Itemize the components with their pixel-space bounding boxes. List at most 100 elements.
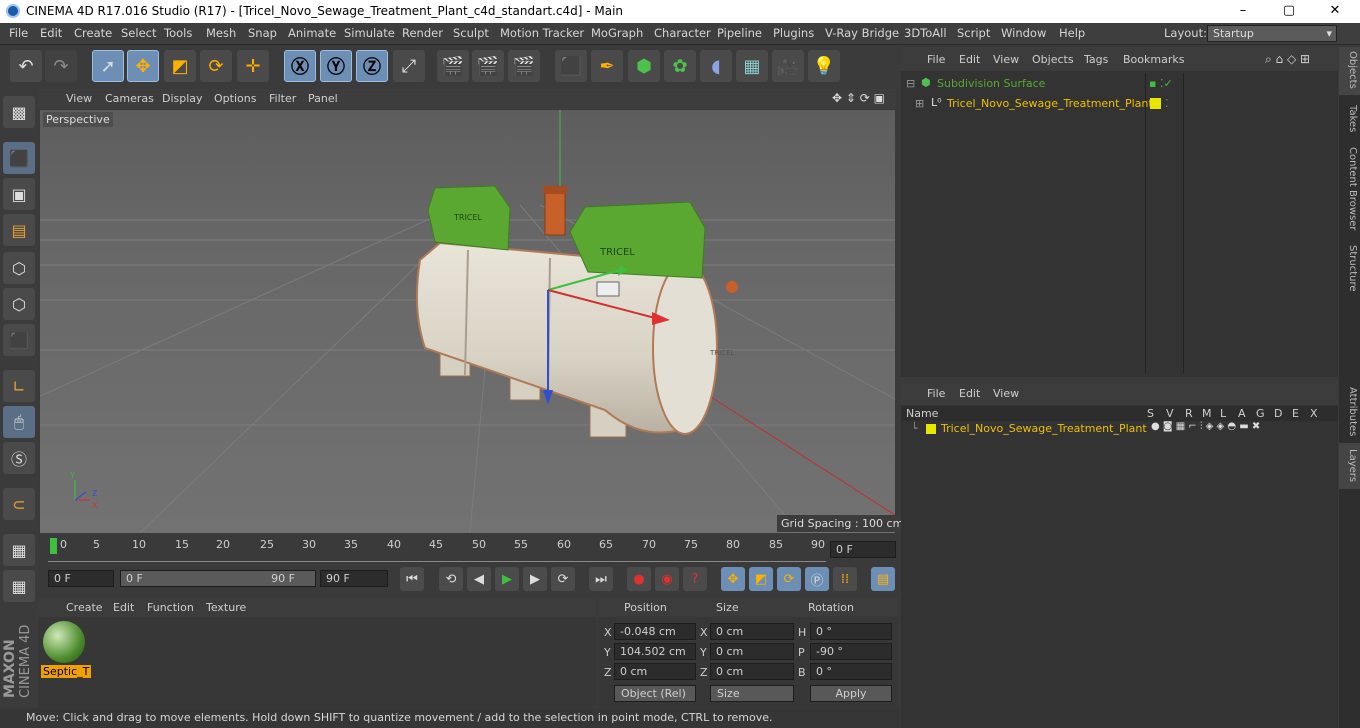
visibility-dots-icon[interactable]: ⁚ — [1165, 97, 1169, 110]
size-x-field[interactable]: 0 cm — [710, 623, 794, 640]
model-mode-button[interactable]: ⬛ — [3, 142, 35, 174]
expand-icon[interactable]: ⊟ — [906, 77, 915, 90]
axis-mode-button[interactable]: ∟ — [3, 370, 35, 402]
menu-render[interactable]: Render — [402, 26, 443, 40]
edges-mode-button[interactable]: ⬡ — [3, 288, 35, 320]
menu-mograph[interactable]: MoGraph — [591, 26, 643, 40]
close-icon[interactable]: ✕ — [1312, 1, 1358, 21]
y-axis-lock-button[interactable]: Ⓨ — [320, 50, 352, 82]
menu-tools[interactable]: Tools — [164, 26, 192, 40]
start-frame-field[interactable]: 0 F — [48, 570, 114, 587]
menu-3dtoall[interactable]: 3DToAll — [904, 26, 947, 40]
menu-script[interactable]: Script — [957, 26, 990, 40]
timeline-ruler[interactable]: 0 5 10 15 20 25 30 35 40 45 50 55 60 65 … — [38, 535, 898, 563]
menu-create[interactable]: Create — [74, 26, 112, 40]
menu-vray-bridge[interactable]: V-Ray Bridge — [825, 26, 899, 40]
keyframe-help-button[interactable]: ? — [683, 567, 707, 591]
autokey-button[interactable]: ◉ — [655, 567, 679, 591]
texture-mode-button[interactable]: ▣ — [3, 178, 35, 210]
object-row-subdivision[interactable]: ⊟ ⬢ Subdivision Surface ▪ ⁚✓ — [901, 75, 1338, 93]
workplane-button[interactable]: ▦ — [3, 534, 35, 566]
snap-button[interactable]: Ⓢ — [3, 442, 35, 474]
object-row-tricel[interactable]: ⊞ L⁰ Tricel_Novo_Sewage_Treatment_Plant … — [901, 95, 1338, 113]
viewport-navigation-icon[interactable]: ✥ ⇕ ⟳ ▣ — [832, 91, 885, 105]
light-object-button[interactable]: 💡 — [808, 50, 840, 82]
rot-h-field[interactable]: 0 ° — [810, 623, 892, 640]
tab-objects[interactable]: Objects — [1341, 51, 1358, 89]
tweak-mode-button[interactable]: 🖱 — [3, 406, 35, 438]
render-to-picture-viewer-button[interactable]: 🎬 — [472, 50, 504, 82]
material-name[interactable]: Septic_T — [41, 665, 92, 678]
menu-window[interactable]: Window — [1001, 26, 1046, 40]
pen-spline-button[interactable]: ✒ — [591, 50, 623, 82]
layer-menu-file[interactable]: File — [927, 387, 945, 400]
tab-structure[interactable]: Structure — [1341, 245, 1358, 292]
key-scale-button[interactable]: ◩ — [749, 567, 773, 591]
layer-menu-view[interactable]: View — [993, 387, 1019, 400]
camera-object-button[interactable]: 🎥 — [772, 50, 804, 82]
go-to-end-button[interactable]: ⏭ — [589, 567, 613, 591]
menu-pipeline[interactable]: Pipeline — [717, 26, 762, 40]
viewport-perspective[interactable]: TRICEL TRICEL TRICEL Y Z X — [40, 110, 895, 533]
mograph-cloner-button[interactable]: ✿ — [664, 50, 696, 82]
pos-z-field[interactable]: 0 cm — [614, 663, 696, 680]
go-to-start-button[interactable]: ⏮ — [400, 567, 424, 591]
material-thumbnail[interactable] — [43, 621, 85, 663]
viewport-menu-view[interactable]: View — [66, 92, 92, 105]
layout-select[interactable]: Startup ▾ — [1207, 25, 1337, 42]
layer-color-tag[interactable] — [1150, 98, 1161, 109]
menu-file[interactable]: File — [9, 26, 28, 40]
x-axis-lock-button[interactable]: Ⓧ — [284, 50, 316, 82]
next-key-button[interactable]: ⟳ — [551, 567, 575, 591]
previous-key-button[interactable]: ⟲ — [439, 567, 463, 591]
menu-snap[interactable]: Snap — [248, 26, 277, 40]
move-tool-button[interactable]: ✥ — [127, 50, 159, 82]
deformer-button[interactable]: ◖ — [700, 50, 732, 82]
pos-x-field[interactable]: -0.048 cm — [614, 623, 696, 640]
tab-content-browser[interactable]: Content Browser — [1341, 147, 1358, 230]
menu-mesh[interactable]: Mesh — [206, 26, 236, 40]
size-mode-select[interactable]: Size — [710, 685, 794, 702]
viewport-menu-panel[interactable]: Panel — [308, 92, 338, 105]
viewport-menu-display[interactable]: Display — [162, 92, 203, 105]
live-select-button[interactable]: ➚ — [92, 50, 124, 82]
make-editable-button[interactable]: ▩ — [3, 96, 35, 128]
playhead-marker[interactable] — [50, 538, 57, 554]
apply-button[interactable]: Apply — [810, 685, 892, 702]
scale-tool-button[interactable]: ◩ — [164, 50, 196, 82]
cube-object-button[interactable]: ⬛ — [555, 50, 587, 82]
transform-tool-button[interactable]: ✛ — [237, 50, 269, 82]
workplane-mode-button[interactable]: ▤ — [3, 214, 35, 246]
redo-button[interactable]: ↷ — [45, 50, 77, 82]
menu-help[interactable]: Help — [1059, 26, 1085, 40]
layer-menu-edit[interactable]: Edit — [959, 387, 980, 400]
object-menu-objects[interactable]: Objects — [1032, 53, 1074, 66]
maximize-icon[interactable]: ▢ — [1266, 1, 1312, 21]
z-axis-lock-button[interactable]: Ⓩ — [356, 50, 388, 82]
polygons-mode-button[interactable]: ⬛ — [3, 324, 35, 356]
layer-flags-icons[interactable]: ● ◙ ▦ ⌐ ⫶ ◈ ◈ ◓ ▬ ✖ — [1151, 421, 1260, 432]
render-view-button[interactable]: 🎬 — [437, 50, 469, 82]
material-menu-edit[interactable]: Edit — [113, 601, 134, 614]
locked-workplane-button[interactable]: ▦ — [3, 570, 35, 602]
current-frame-field[interactable]: 0 F — [830, 541, 896, 558]
menu-character[interactable]: Character — [654, 26, 711, 40]
layer-name[interactable]: Tricel_Novo_Sewage_Treatment_Plant — [941, 422, 1147, 435]
rot-b-field[interactable]: 0 ° — [810, 663, 892, 680]
size-y-field[interactable]: 0 cm — [710, 643, 794, 660]
tab-takes[interactable]: Takes — [1341, 105, 1358, 132]
layer-color-swatch[interactable] — [926, 424, 936, 434]
object-menu-bookmarks[interactable]: Bookmarks — [1123, 53, 1184, 66]
size-z-field[interactable]: 0 cm — [710, 663, 794, 680]
object-name-subdivision[interactable]: Subdivision Surface — [937, 77, 1045, 90]
menu-animate[interactable]: Animate — [288, 26, 336, 40]
menu-plugins[interactable]: Plugins — [773, 26, 814, 40]
undo-button[interactable]: ↶ — [10, 50, 42, 82]
material-menu-create[interactable]: Create — [66, 601, 103, 614]
key-position-button[interactable]: ✥ — [721, 567, 745, 591]
render-settings-button[interactable]: 🎬 — [508, 50, 540, 82]
key-parameter-button[interactable]: Ⓟ — [805, 567, 829, 591]
pos-y-field[interactable]: 104.502 cm — [614, 643, 696, 660]
frame-range-slider[interactable]: 0 F 90 F — [120, 570, 316, 587]
enabled-check-icon[interactable]: ▪ ⁚✓ — [1149, 77, 1173, 90]
